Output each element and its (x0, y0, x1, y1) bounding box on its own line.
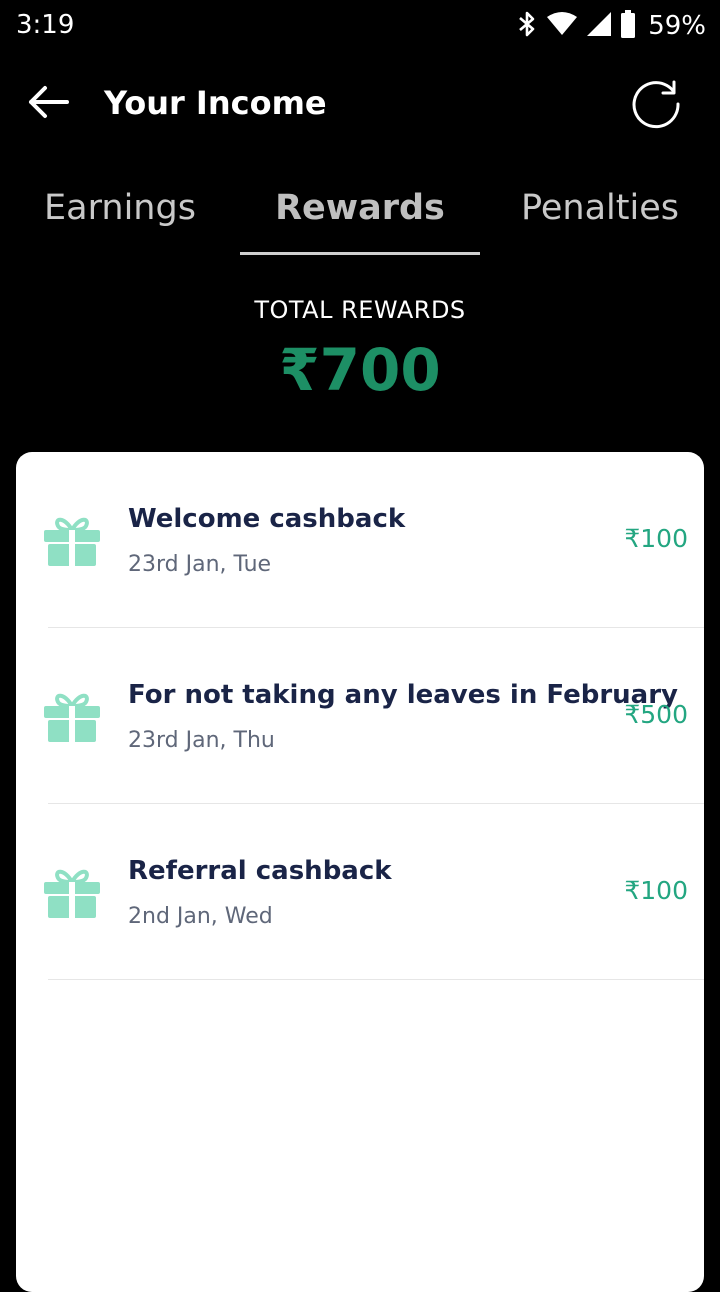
refresh-icon (630, 78, 682, 134)
divider (48, 979, 704, 980)
battery-icon (620, 10, 636, 42)
active-tab-indicator (240, 252, 480, 255)
reward-amount: ₹100 (624, 876, 688, 905)
reward-date: 23rd Jan, Tue (128, 552, 272, 577)
reward-date: 2nd Jan, Wed (128, 904, 273, 929)
back-button[interactable] (22, 78, 74, 130)
income-tabs: Earnings Rewards Penalties (0, 170, 720, 256)
status-icons: 59% (516, 10, 706, 42)
page-title: Your Income (104, 84, 327, 122)
total-rewards-value: ₹700 (279, 336, 441, 404)
reward-amount: ₹500 (624, 700, 688, 729)
refresh-button[interactable] (626, 76, 686, 136)
wifi-icon (546, 11, 578, 41)
reward-title: Welcome cashback (128, 504, 406, 534)
tab-rewards[interactable]: Rewards (240, 170, 480, 256)
app-bar: Your Income (0, 52, 720, 158)
reward-date: 23rd Jan, Thu (128, 728, 275, 753)
back-arrow-icon (27, 85, 69, 123)
status-bar: 3:19 59% (0, 0, 720, 52)
tab-penalties[interactable]: Penalties (480, 170, 720, 256)
reward-title: For not taking any leaves in February (128, 680, 678, 710)
battery-percent: 59% (648, 11, 706, 41)
bluetooth-icon (516, 10, 538, 42)
reward-item[interactable]: Welcome cashback 23rd Jan, Tue ₹100 (16, 452, 704, 628)
gift-icon (42, 512, 102, 568)
reward-amount: ₹100 (624, 524, 688, 553)
gift-icon (42, 688, 102, 744)
gift-icon (42, 864, 102, 920)
tab-earnings[interactable]: Earnings (0, 170, 240, 256)
signal-icon (586, 11, 612, 41)
reward-item[interactable]: For not taking any leaves in February 23… (16, 628, 704, 804)
rewards-list-card: Welcome cashback 23rd Jan, Tue ₹100 For … (16, 452, 704, 1292)
reward-item[interactable]: Referral cashback 2nd Jan, Wed ₹100 (16, 804, 704, 980)
status-time: 3:19 (16, 10, 75, 40)
total-rewards-label: TOTAL REWARDS (254, 296, 466, 324)
reward-title: Referral cashback (128, 856, 392, 886)
